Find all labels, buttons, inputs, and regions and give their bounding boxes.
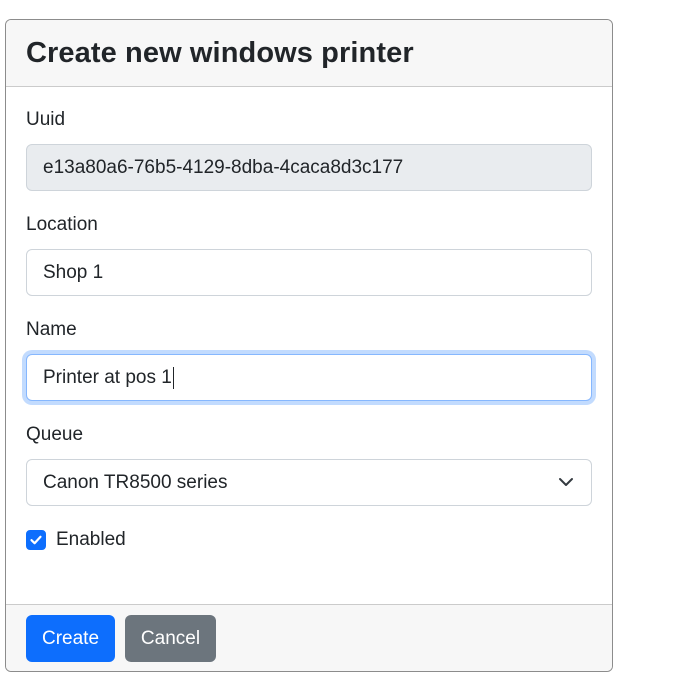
queue-label: Queue <box>26 424 84 445</box>
name-input-value: Printer at pos 1 <box>43 366 172 388</box>
cancel-button[interactable]: Cancel <box>125 615 216 662</box>
name-input[interactable]: Printer at pos 1 <box>26 354 592 401</box>
enabled-row: Enabled <box>26 529 592 551</box>
checkmark-icon <box>30 535 42 545</box>
enabled-checkbox[interactable] <box>26 530 46 550</box>
page-title: Create new windows printer <box>26 36 414 69</box>
uuid-group: Uuid <box>26 109 592 191</box>
text-cursor <box>172 366 174 389</box>
enabled-label: Enabled <box>56 529 126 550</box>
queue-select-value: Canon TR8500 series <box>26 459 592 506</box>
location-input[interactable] <box>26 249 592 296</box>
queue-select[interactable]: Canon TR8500 series <box>26 459 592 506</box>
queue-group: Queue Canon TR8500 series <box>26 424 592 506</box>
name-label: Name <box>26 319 77 340</box>
name-group: Name Printer at pos 1 <box>26 319 592 401</box>
chevron-down-icon <box>559 478 573 486</box>
location-label: Location <box>26 214 98 235</box>
uuid-label: Uuid <box>26 109 66 130</box>
card-footer: Create Cancel <box>6 604 612 671</box>
location-group: Location <box>26 214 592 296</box>
create-button[interactable]: Create <box>26 615 115 662</box>
uuid-input[interactable] <box>26 144 592 191</box>
card-header: Create new windows printer <box>6 20 612 87</box>
create-printer-card: Create new windows printer Uuid Location… <box>5 19 613 672</box>
card-body: Uuid Location Name Printer at pos 1 Queu… <box>6 87 612 605</box>
